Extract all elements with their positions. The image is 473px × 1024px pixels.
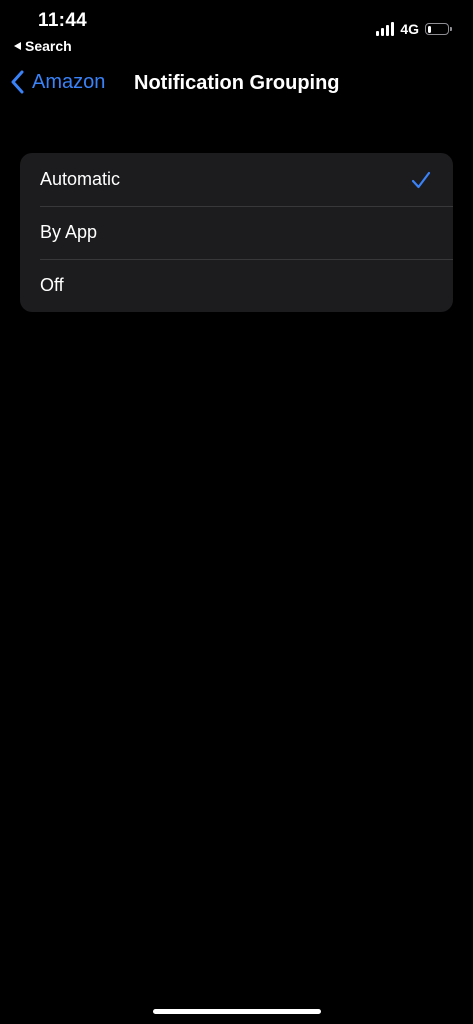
option-off[interactable]: Off — [20, 259, 453, 312]
network-type: 4G — [400, 21, 419, 37]
home-indicator[interactable] — [153, 1009, 321, 1014]
option-by-app[interactable]: By App — [20, 206, 453, 259]
option-label: By App — [40, 222, 98, 242]
battery-icon — [425, 23, 452, 35]
page-title: Notification Grouping — [134, 72, 340, 94]
back-button-label: Amazon — [32, 70, 106, 93]
return-to-search-link[interactable]: Search — [14, 38, 72, 54]
battery-level-fill — [427, 25, 432, 33]
status-indicators: 4G — [376, 21, 452, 37]
option-automatic[interactable]: Automatic — [20, 153, 453, 206]
status-time: 11:44 — [38, 10, 88, 31]
grouping-options-list: Automatic By App Off — [20, 153, 453, 312]
signal-bars-icon — [376, 22, 395, 36]
chevron-left-icon — [11, 70, 24, 94]
return-app-label: Search — [25, 38, 72, 54]
option-label: Off — [40, 275, 64, 295]
back-button[interactable]: Amazon — [10, 70, 105, 94]
back-triangle-icon — [14, 42, 21, 50]
option-label: Automatic — [40, 169, 121, 189]
checkmark-icon — [411, 171, 431, 189]
